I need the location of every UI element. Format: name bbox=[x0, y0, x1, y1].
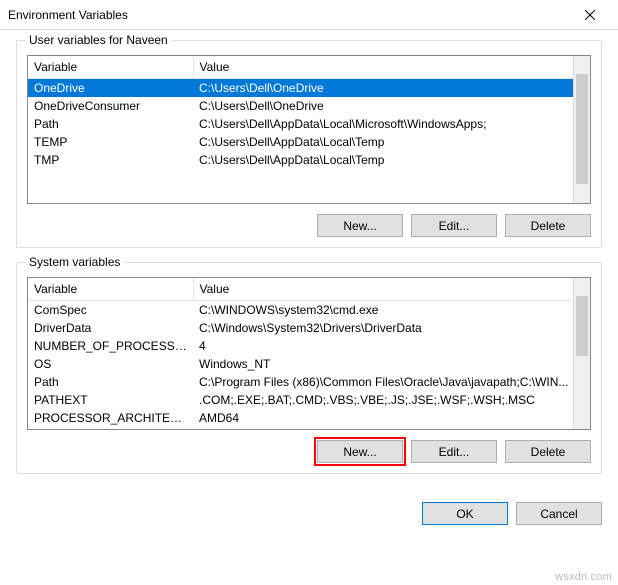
system-delete-button[interactable]: Delete bbox=[505, 440, 591, 463]
user-new-button[interactable]: New... bbox=[317, 214, 403, 237]
column-header-variable[interactable]: Variable bbox=[28, 56, 193, 79]
table-row[interactable]: DriverData C:\Windows\System32\Drivers\D… bbox=[28, 319, 590, 337]
titlebar: Environment Variables bbox=[0, 0, 618, 30]
watermark: wsxdn.com bbox=[555, 571, 612, 583]
table-row[interactable]: TEMP C:\Users\Dell\AppData\Local\Temp bbox=[28, 133, 590, 151]
cell-variable: ComSpec bbox=[28, 301, 193, 320]
user-delete-button[interactable]: Delete bbox=[505, 214, 591, 237]
table-row[interactable]: Path C:\Program Files (x86)\Common Files… bbox=[28, 373, 590, 391]
cell-variable: PATHEXT bbox=[28, 391, 193, 409]
system-variables-table[interactable]: Variable Value ComSpec C:\WINDOWS\system… bbox=[27, 277, 591, 430]
table-row[interactable]: TMP C:\Users\Dell\AppData\Local\Temp bbox=[28, 151, 590, 169]
cell-variable: OS bbox=[28, 355, 193, 373]
cell-variable: NUMBER_OF_PROCESSORS bbox=[28, 337, 193, 355]
column-header-variable[interactable]: Variable bbox=[28, 278, 193, 301]
cell-variable: TEMP bbox=[28, 133, 193, 151]
system-edit-button[interactable]: Edit... bbox=[411, 440, 497, 463]
cell-variable: DriverData bbox=[28, 319, 193, 337]
close-icon bbox=[585, 10, 595, 20]
table-row[interactable]: OS Windows_NT bbox=[28, 355, 590, 373]
user-variables-table[interactable]: Variable Value OneDrive C:\Users\Dell\On… bbox=[27, 55, 591, 204]
system-group-label: System variables bbox=[25, 255, 124, 269]
ok-button[interactable]: OK bbox=[422, 502, 508, 525]
cell-value: C:\Users\Dell\OneDrive bbox=[193, 79, 590, 98]
cell-value: C:\Windows\System32\Drivers\DriverData bbox=[193, 319, 590, 337]
cell-variable: OneDriveConsumer bbox=[28, 97, 193, 115]
cell-value: C:\Users\Dell\OneDrive bbox=[193, 97, 590, 115]
cell-value: C:\Users\Dell\AppData\Local\Temp bbox=[193, 151, 590, 169]
user-buttons-row: New... Edit... Delete bbox=[27, 214, 591, 237]
system-variables-group: System variables Variable Value ComSpec … bbox=[16, 262, 602, 474]
user-edit-button[interactable]: Edit... bbox=[411, 214, 497, 237]
cell-value: C:\Users\Dell\AppData\Local\Temp bbox=[193, 133, 590, 151]
cell-variable: OneDrive bbox=[28, 79, 193, 98]
table-row[interactable]: Path C:\Users\Dell\AppData\Local\Microso… bbox=[28, 115, 590, 133]
cell-value: C:\Program Files (x86)\Common Files\Orac… bbox=[193, 373, 590, 391]
table-header-row: Variable Value bbox=[28, 278, 590, 301]
user-group-label: User variables for Naveen bbox=[25, 33, 172, 47]
scroll-thumb[interactable] bbox=[576, 296, 588, 356]
close-button[interactable] bbox=[570, 1, 610, 29]
cell-value: .COM;.EXE;.BAT;.CMD;.VBS;.VBE;.JS;.JSE;.… bbox=[193, 391, 590, 409]
cell-value: C:\WINDOWS\system32\cmd.exe bbox=[193, 301, 590, 320]
table-row[interactable]: OneDrive C:\Users\Dell\OneDrive bbox=[28, 79, 590, 98]
system-buttons-row: New... Edit... Delete bbox=[27, 440, 591, 463]
scrollbar[interactable] bbox=[573, 278, 590, 429]
window-title: Environment Variables bbox=[8, 8, 570, 22]
table-header-row: Variable Value bbox=[28, 56, 590, 79]
column-header-value[interactable]: Value bbox=[193, 56, 590, 79]
system-new-button[interactable]: New... bbox=[317, 440, 403, 463]
column-header-value[interactable]: Value bbox=[193, 278, 590, 301]
cell-value: AMD64 bbox=[193, 409, 590, 427]
cell-variable: PROCESSOR_ARCHITECTURE bbox=[28, 409, 193, 427]
scrollbar[interactable] bbox=[573, 56, 590, 203]
cancel-button[interactable]: Cancel bbox=[516, 502, 602, 525]
cell-variable: TMP bbox=[28, 151, 193, 169]
table-row[interactable]: NUMBER_OF_PROCESSORS 4 bbox=[28, 337, 590, 355]
table-row[interactable]: OneDriveConsumer C:\Users\Dell\OneDrive bbox=[28, 97, 590, 115]
cell-variable: Path bbox=[28, 373, 193, 391]
dialog-footer: OK Cancel bbox=[0, 498, 618, 535]
table-row[interactable]: PATHEXT .COM;.EXE;.BAT;.CMD;.VBS;.VBE;.J… bbox=[28, 391, 590, 409]
cell-variable: Path bbox=[28, 115, 193, 133]
table-row[interactable]: ComSpec C:\WINDOWS\system32\cmd.exe bbox=[28, 301, 590, 320]
cell-value: C:\Users\Dell\AppData\Local\Microsoft\Wi… bbox=[193, 115, 590, 133]
dialog-content: User variables for Naveen Variable Value… bbox=[0, 30, 618, 498]
cell-value: Windows_NT bbox=[193, 355, 590, 373]
user-variables-group: User variables for Naveen Variable Value… bbox=[16, 40, 602, 248]
table-row[interactable]: PROCESSOR_ARCHITECTURE AMD64 bbox=[28, 409, 590, 427]
cell-value: 4 bbox=[193, 337, 590, 355]
scroll-thumb[interactable] bbox=[576, 74, 588, 184]
